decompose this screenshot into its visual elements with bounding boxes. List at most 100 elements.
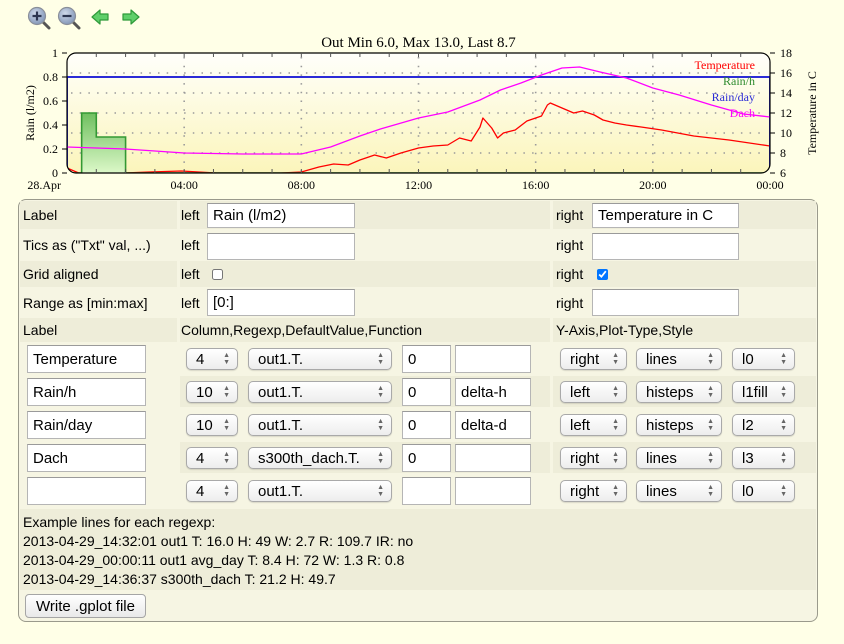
column-select[interactable]: 4 ▲ ▼	[186, 447, 238, 469]
plot-type-select-control[interactable]: lines	[637, 448, 721, 468]
right-tics-input[interactable]	[592, 233, 739, 260]
zoom-in-icon[interactable]	[26, 5, 52, 31]
regexp-select-control[interactable]: s300th_dach.T.	[249, 448, 391, 468]
zoom-out-icon[interactable]	[56, 5, 82, 31]
right-axis-label-input[interactable]	[592, 203, 739, 228]
plot-type-select-control[interactable]: histeps	[637, 415, 721, 435]
legend-entry: Temperature	[695, 58, 755, 72]
x-tick-label: 28.Apr	[27, 178, 61, 192]
y-left-tick-label: 1	[52, 46, 58, 60]
header-text: Y-Axis,Plot-Type,Style	[556, 322, 694, 338]
series-header-label: Label	[20, 318, 177, 342]
header-text: Column,Regexp,DefaultValue,Function	[181, 322, 422, 338]
plot-type-select-control[interactable]: lines	[637, 349, 721, 369]
style-select-control[interactable]: l0	[733, 349, 794, 369]
plot-type-select[interactable]: lines ▲ ▼	[636, 447, 722, 469]
series-label-input[interactable]	[27, 378, 146, 406]
y-axis-select[interactable]: left ▲ ▼	[560, 381, 627, 403]
column-select[interactable]: 10 ▲ ▼	[186, 381, 238, 403]
y-axis-select-control[interactable]: right	[561, 481, 626, 501]
x-tick-label: 12:00	[405, 178, 432, 192]
column-select-control[interactable]: 10	[187, 415, 237, 435]
plot-type-select[interactable]: lines ▲ ▼	[636, 348, 722, 370]
regexp-select-control[interactable]: out1.T.	[249, 349, 391, 369]
plot-type-select-control[interactable]: histeps	[637, 382, 721, 402]
regexp-select-control[interactable]: out1.T.	[249, 415, 391, 435]
example-line: 2013-04-29_00:00:11 out1 avg_day T: 8.4 …	[23, 552, 405, 568]
next-arrow-icon[interactable]	[119, 5, 145, 31]
regexp-select[interactable]: s300th_dach.T. ▲ ▼	[248, 447, 392, 469]
regexp-select-control[interactable]: out1.T.	[249, 382, 391, 402]
default-value-input[interactable]	[402, 477, 451, 505]
style-select-control[interactable]: l3	[733, 448, 794, 468]
default-value-input[interactable]	[402, 444, 451, 472]
style-select[interactable]: l3 ▲ ▼	[732, 447, 795, 469]
left-axis-label-input[interactable]	[207, 203, 355, 228]
function-input[interactable]	[455, 444, 531, 472]
column-select[interactable]: 4 ▲ ▼	[186, 480, 238, 502]
y-left-tick-label: 0.2	[43, 142, 58, 156]
column-select-control[interactable]: 4	[187, 349, 237, 369]
chart-title: Out Min 6.0, Max 13.0, Last 8.7	[321, 35, 516, 51]
function-input[interactable]	[455, 345, 531, 373]
left-grid-checkbox[interactable]	[212, 269, 223, 280]
example-line: 2013-04-29_14:32:01 out1 T: 16.0 H: 49 W…	[23, 533, 414, 549]
style-select-control[interactable]: l2	[733, 415, 794, 435]
plot-type-select-control[interactable]: lines	[637, 481, 721, 501]
y-left-tick-label: 0.6	[43, 94, 58, 108]
style-select[interactable]: l0 ▲ ▼	[732, 480, 795, 502]
y-axis-select-control[interactable]: left	[561, 415, 626, 435]
header-text: Label	[23, 322, 58, 338]
y-right-tick-label: 12	[780, 106, 792, 120]
y-axis-select[interactable]: right ▲ ▼	[560, 480, 627, 502]
column-select-control[interactable]: 4	[187, 448, 237, 468]
plot-background	[67, 53, 770, 173]
function-input[interactable]	[455, 477, 531, 505]
previous-arrow-icon[interactable]	[89, 5, 115, 31]
y-axis-select-control[interactable]: right	[561, 448, 626, 468]
regexp-select[interactable]: out1.T. ▲ ▼	[248, 480, 392, 502]
series-label-input[interactable]	[27, 345, 146, 373]
column-select-control[interactable]: 4	[187, 481, 237, 501]
column-select[interactable]: 4 ▲ ▼	[186, 348, 238, 370]
default-value-input[interactable]	[402, 411, 451, 439]
write-gplot-file-button[interactable]: Write .gplot file	[25, 594, 146, 618]
regexp-select-control[interactable]: out1.T.	[249, 481, 391, 501]
style-select-control[interactable]: l1fill	[733, 382, 794, 402]
y-right-tick-label: 16	[780, 66, 792, 80]
x-tick-label: 00:00	[756, 178, 783, 192]
right-range-input[interactable]	[592, 289, 739, 316]
regexp-select[interactable]: out1.T. ▲ ▼	[248, 348, 392, 370]
plot-type-select[interactable]: histeps ▲ ▼	[636, 381, 722, 403]
right-grid-checkbox[interactable]	[597, 269, 608, 280]
function-input[interactable]	[455, 411, 531, 439]
y-axis-select[interactable]: right ▲ ▼	[560, 447, 627, 469]
default-value-input[interactable]	[402, 378, 451, 406]
left-tics-input[interactable]	[207, 233, 355, 260]
series-label-input[interactable]	[27, 477, 146, 505]
y-axis-select-control[interactable]: left	[561, 382, 626, 402]
plot-type-select[interactable]: lines ▲ ▼	[636, 480, 722, 502]
regexp-select[interactable]: out1.T. ▲ ▼	[248, 381, 392, 403]
function-input[interactable]	[455, 378, 531, 406]
column-select-control[interactable]: 10	[187, 382, 237, 402]
series-label-input[interactable]	[27, 444, 146, 472]
column-select[interactable]: 10 ▲ ▼	[186, 414, 238, 436]
y-axis-select[interactable]: left ▲ ▼	[560, 414, 627, 436]
plot-type-select[interactable]: histeps ▲ ▼	[636, 414, 722, 436]
series-label-input[interactable]	[27, 411, 146, 439]
legend-entry: Dach	[730, 106, 755, 120]
style-select[interactable]: l0 ▲ ▼	[732, 348, 795, 370]
default-value-input[interactable]	[402, 345, 451, 373]
x-tick-label: 16:00	[522, 178, 549, 192]
left-prefix: left	[181, 237, 200, 253]
style-select-control[interactable]: l0	[733, 481, 794, 501]
style-select[interactable]: l2 ▲ ▼	[732, 414, 795, 436]
style-select[interactable]: l1fill ▲ ▼	[732, 381, 795, 403]
left-range-input[interactable]	[207, 289, 355, 316]
row-label: Tics as ("Txt" val, ...)	[23, 237, 151, 253]
y-axis-select[interactable]: right ▲ ▼	[560, 348, 627, 370]
y-axis-select-control[interactable]: right	[561, 349, 626, 369]
regexp-select[interactable]: out1.T. ▲ ▼	[248, 414, 392, 436]
left-prefix: left	[181, 266, 200, 282]
